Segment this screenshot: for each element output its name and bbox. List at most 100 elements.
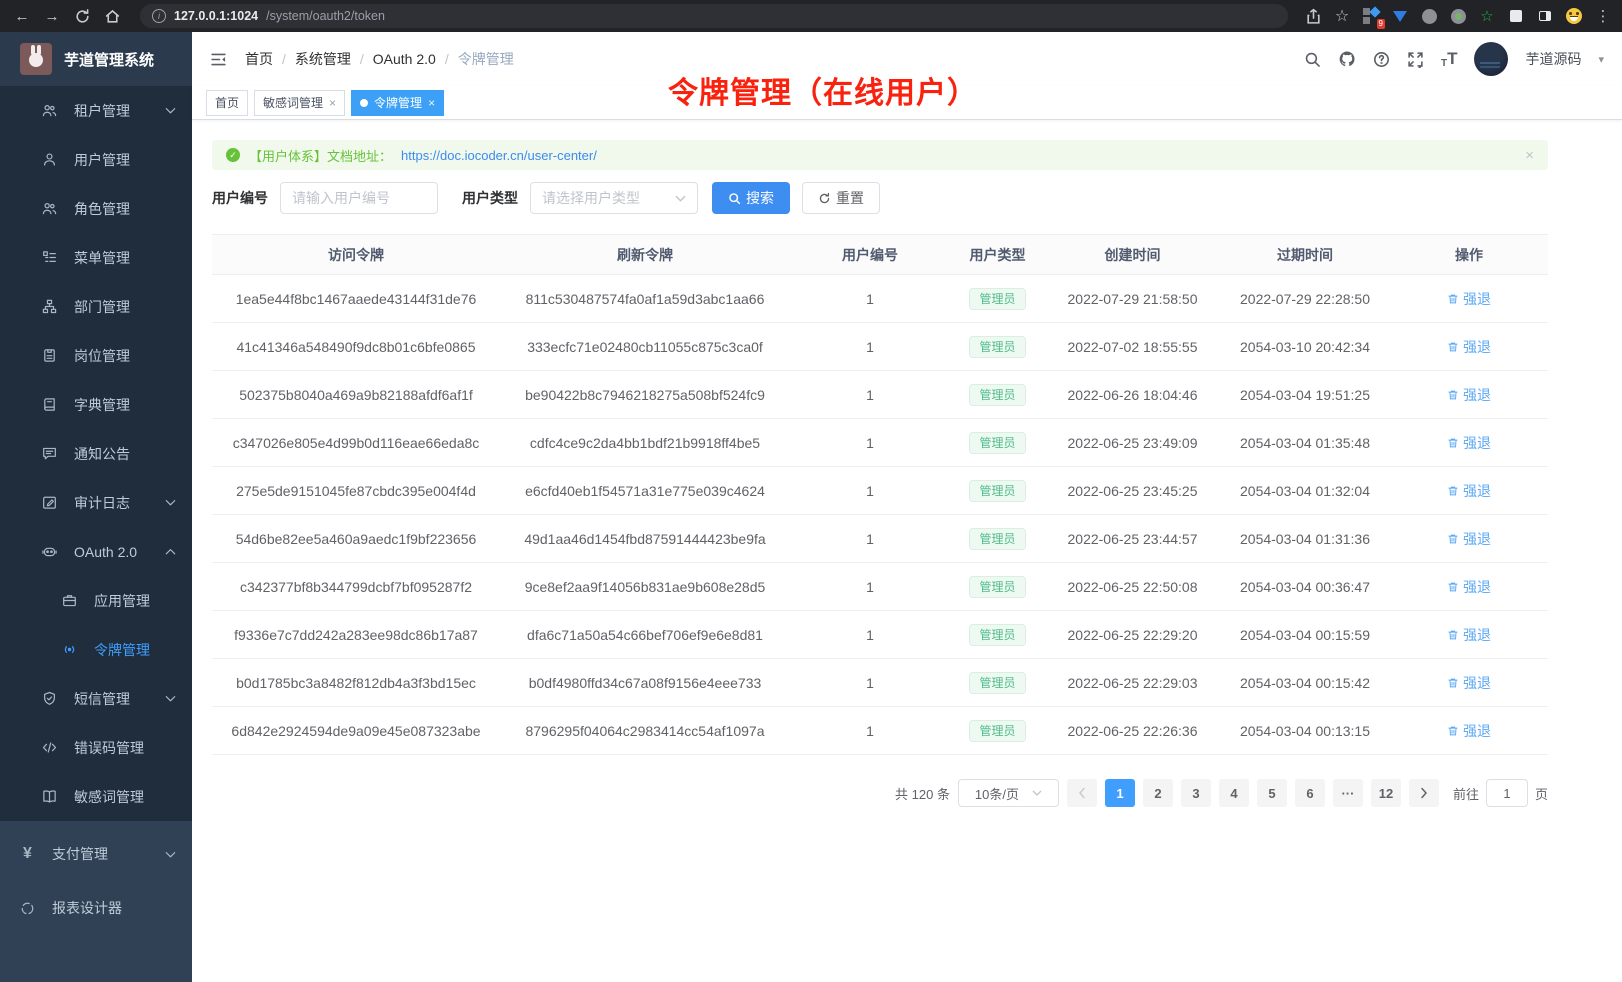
sidebar-item-sensitive-words[interactable]: 敏感词管理 (0, 772, 192, 821)
browser-forward-button[interactable]: → (40, 4, 64, 28)
force-logout-button[interactable]: 强退 (1447, 481, 1491, 501)
sidebar-item-users[interactable]: 用户管理 (0, 135, 192, 184)
page-size-select[interactable]: 10条/页 (958, 779, 1059, 807)
force-logout-button[interactable]: 强退 (1447, 289, 1491, 309)
expires-cell: 2054-03-04 19:51:25 (1220, 371, 1390, 419)
gem-extension-button[interactable] (1391, 7, 1409, 25)
side-panel-button[interactable] (1536, 7, 1554, 25)
sidebar-item-tenant[interactable]: 租户管理 (0, 86, 192, 135)
app-logo-bar[interactable]: 芋道管理系统 (0, 32, 192, 86)
search-icon[interactable] (1304, 51, 1321, 68)
browser-back-button[interactable]: ← (10, 4, 34, 28)
page-button-4[interactable]: 4 (1219, 779, 1249, 807)
sidebar-item-roles[interactable]: 角色管理 (0, 184, 192, 233)
profile-avatar-button[interactable] (1565, 7, 1583, 25)
force-logout-button[interactable]: 强退 (1447, 529, 1491, 549)
extensions-button[interactable] (1507, 7, 1525, 25)
tab-home[interactable]: 首页 (206, 90, 248, 116)
col-actions: 操作 (1390, 235, 1548, 275)
chevron-up-icon (163, 544, 178, 559)
browser-reload-button[interactable] (70, 4, 94, 28)
sidebar-item-announcements[interactable]: 通知公告 (0, 429, 192, 478)
table-row: 6d842e2924594de9a09e45e087323abe8796295f… (212, 707, 1548, 755)
address-bar[interactable]: i 127.0.0.1:1024/system/oauth2/token (140, 4, 1288, 28)
breadcrumb-home[interactable]: 首页 (245, 49, 273, 69)
breadcrumb-system[interactable]: 系统管理 (295, 49, 351, 69)
share-button[interactable] (1304, 7, 1322, 25)
alert-close-icon[interactable]: × (1525, 147, 1534, 164)
force-logout-button[interactable]: 强退 (1447, 577, 1491, 597)
font-size-icon[interactable]: TT (1441, 49, 1458, 69)
browser-menu-button[interactable]: ⋮ (1594, 7, 1612, 25)
site-info-icon[interactable]: i (152, 9, 166, 23)
tab-close-icon[interactable]: × (329, 96, 336, 110)
app-logo (20, 43, 52, 75)
sidebar-item-departments[interactable]: 部门管理 (0, 282, 192, 331)
force-logout-button[interactable]: 强退 (1447, 385, 1491, 405)
reset-button[interactable]: 重置 (802, 182, 880, 214)
gray-extension-button[interactable] (1420, 7, 1438, 25)
green-star-extension-button[interactable]: ☆ (1478, 7, 1496, 25)
sidebar: 芋道管理系统 租户管理 用户管理 角色管理 菜单管理 部门管理 (0, 32, 192, 982)
more-pages-button[interactable]: ··· (1333, 779, 1363, 807)
force-logout-button[interactable]: 强退 (1447, 433, 1491, 453)
sidebar-item-posts[interactable]: 岗位管理 (0, 331, 192, 380)
search-button[interactable]: 搜索 (712, 182, 790, 214)
trash-icon (1447, 437, 1459, 449)
sidebar-item-label: OAuth 2.0 (74, 544, 137, 560)
browser-toolbar: ← → i 127.0.0.1:1024/system/oauth2/token… (0, 0, 1622, 32)
next-page-button[interactable] (1409, 779, 1439, 807)
col-created: 创建时间 (1045, 235, 1220, 275)
tab-token-management[interactable]: 令牌管理 × (351, 90, 444, 116)
table-row: c347026e805e4d99b0d116eae66eda8ccdfc4ce9… (212, 419, 1548, 467)
tab-sensitive-words[interactable]: 敏感词管理 × (254, 90, 345, 116)
force-logout-button[interactable]: 强退 (1447, 721, 1491, 741)
force-logout-button[interactable]: 强退 (1447, 337, 1491, 357)
browser-home-button[interactable] (100, 4, 124, 28)
doc-link[interactable]: https://doc.iocoder.cn/user-center/ (401, 148, 597, 163)
access-token-cell: f9336e7c7dd242a283ee98dc86b17a87 (212, 611, 500, 659)
force-logout-button[interactable]: 强退 (1447, 673, 1491, 693)
col-refresh-token: 刷新令牌 (500, 235, 790, 275)
user-avatar[interactable] (1474, 42, 1508, 76)
sidebar-item-report-designer[interactable]: 报表设计器 (0, 881, 192, 935)
page-button-6[interactable]: 6 (1295, 779, 1325, 807)
goto-label: 前往 (1453, 784, 1479, 803)
force-logout-button[interactable]: 强退 (1447, 625, 1491, 645)
user-menu-caret-icon[interactable]: ▾ (1598, 53, 1604, 66)
sidebar-item-label: 字典管理 (74, 395, 130, 415)
page-button-1[interactable]: 1 (1105, 779, 1135, 807)
expires-cell: 2054-03-04 01:35:48 (1220, 419, 1390, 467)
page-button-3[interactable]: 3 (1181, 779, 1211, 807)
user-id-input[interactable] (280, 182, 438, 214)
sidebar-item-sms[interactable]: 短信管理 (0, 674, 192, 723)
breadcrumb-separator: / (445, 51, 449, 67)
github-icon[interactable] (1338, 50, 1356, 68)
trash-icon (1447, 581, 1459, 593)
record-extension-button[interactable] (1449, 7, 1467, 25)
user-name[interactable]: 芋道源码 (1525, 49, 1581, 69)
sidebar-item-menus[interactable]: 菜单管理 (0, 233, 192, 282)
sidebar-item-audit-log[interactable]: 审计日志 (0, 478, 192, 527)
help-icon[interactable] (1373, 51, 1390, 68)
page-button-5[interactable]: 5 (1257, 779, 1287, 807)
page-button-2[interactable]: 2 (1143, 779, 1173, 807)
sidebar-collapse-button[interactable] (210, 51, 227, 68)
sidebar-item-oauth-apps[interactable]: 应用管理 (0, 576, 192, 625)
sidebar-item-token-management[interactable]: 令牌管理 (0, 625, 192, 674)
sidebar-item-payments[interactable]: ¥ 支付管理 (0, 827, 192, 881)
gray-circle-icon (1422, 9, 1437, 24)
goto-page-input[interactable] (1486, 779, 1528, 807)
col-expires: 过期时间 (1220, 235, 1390, 275)
sidebar-item-oauth2[interactable]: OAuth 2.0 (0, 527, 192, 576)
extension-blocks-button[interactable]: 9 (1362, 7, 1380, 25)
tab-close-icon[interactable]: × (428, 96, 435, 110)
breadcrumb-oauth[interactable]: OAuth 2.0 (373, 51, 436, 67)
bookmark-button[interactable]: ☆ (1333, 7, 1351, 25)
user-type-select[interactable]: 请选择用户类型 (530, 182, 698, 214)
sidebar-item-error-codes[interactable]: 错误码管理 (0, 723, 192, 772)
page-button-12[interactable]: 12 (1371, 779, 1401, 807)
fullscreen-icon[interactable] (1407, 51, 1424, 68)
prev-page-button[interactable] (1067, 779, 1097, 807)
sidebar-item-dictionary[interactable]: 字典管理 (0, 380, 192, 429)
